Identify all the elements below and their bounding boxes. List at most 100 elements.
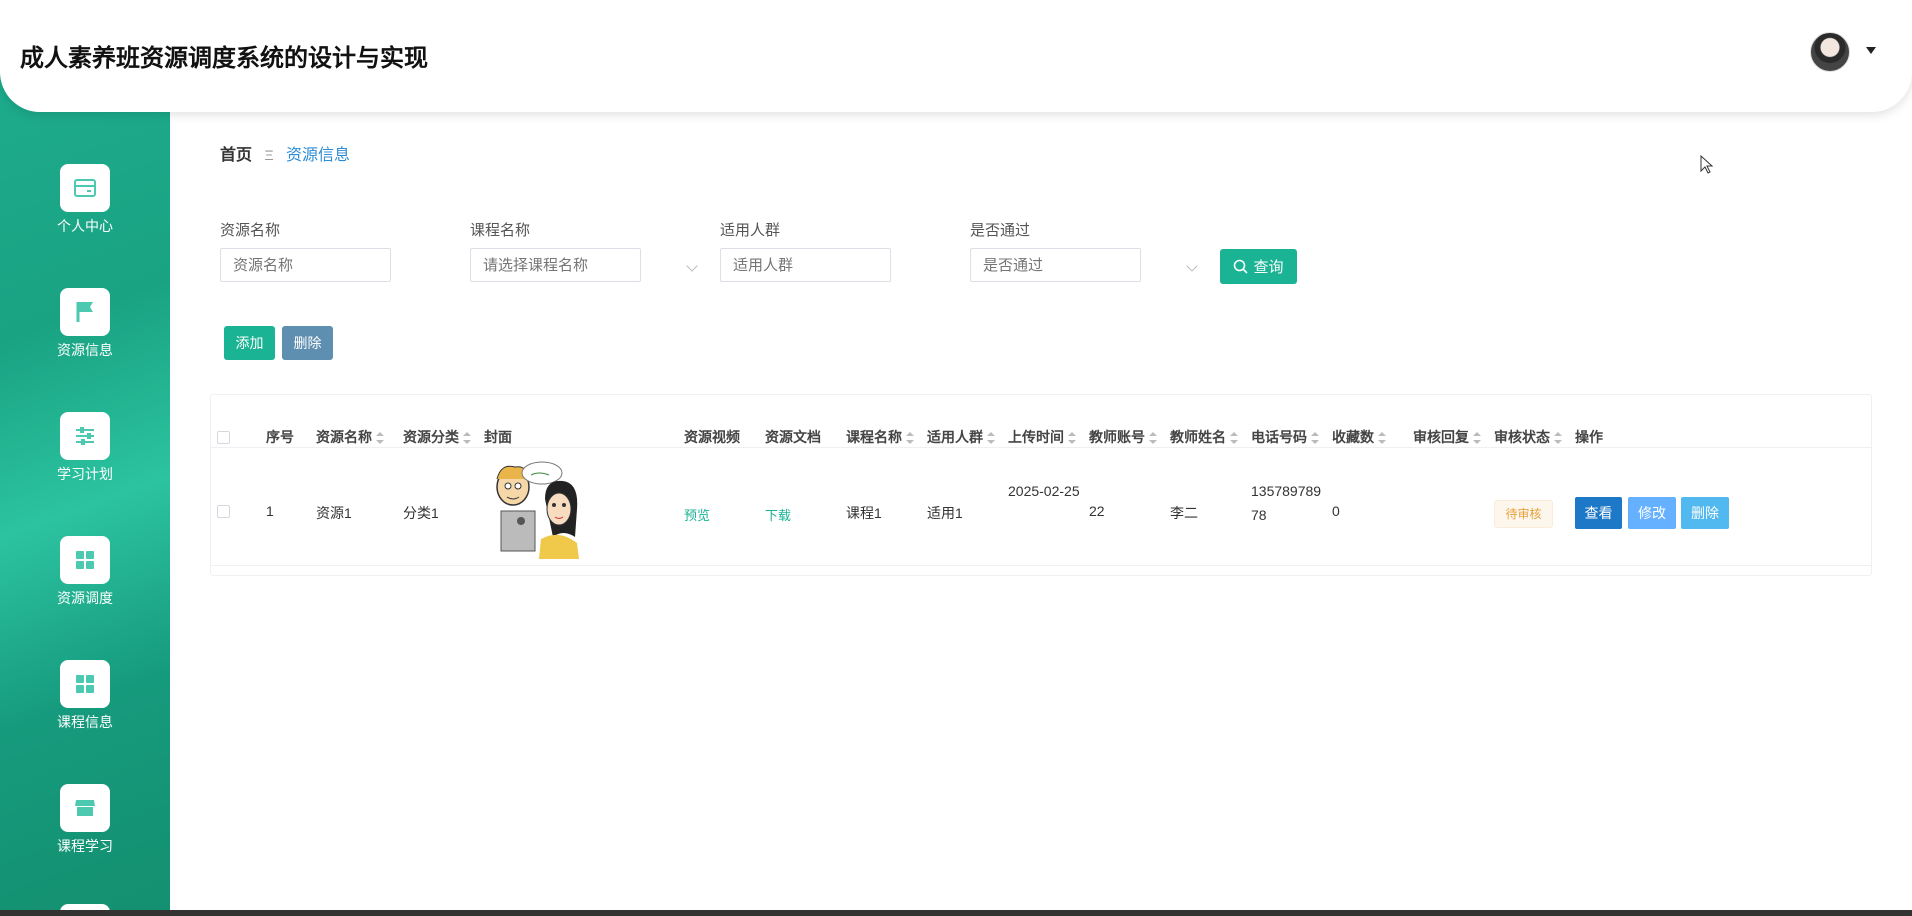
sidebar-item-label: 学习计划 xyxy=(57,466,113,482)
sort-icon[interactable] xyxy=(906,432,914,445)
video-preview-link[interactable]: 预览 xyxy=(684,508,710,523)
col-header-review-reply[interactable]: 审核回复 xyxy=(1413,427,1481,447)
breadcrumb-current: 资源信息 xyxy=(286,147,351,164)
col-header-label: 收藏数 xyxy=(1332,429,1374,445)
sort-icon[interactable] xyxy=(1068,432,1076,445)
sort-icon[interactable] xyxy=(1473,432,1481,445)
approved-label: 是否通过 xyxy=(970,222,1031,239)
edit-button[interactable]: 修改 xyxy=(1628,497,1676,529)
row-checkbox[interactable] xyxy=(217,505,230,518)
sidebar-item-personal-center[interactable]: 个人中心 xyxy=(0,164,170,264)
col-header-label: 电话号码 xyxy=(1251,429,1307,445)
col-header-course-name[interactable]: 课程名称 xyxy=(846,427,914,447)
col-header-label: 资源名称 xyxy=(316,429,372,445)
col-header-label: 上传时间 xyxy=(1008,429,1064,445)
sliders-icon xyxy=(60,412,110,460)
grid-icon xyxy=(60,660,110,708)
sort-icon[interactable] xyxy=(1230,432,1238,445)
cell-course-name: 课程1 xyxy=(846,505,882,521)
bottom-scrollbar[interactable] xyxy=(0,910,1912,916)
sort-icon[interactable] xyxy=(1554,432,1562,445)
status-badge: 待审核 xyxy=(1494,500,1553,528)
col-header-label: 课程名称 xyxy=(846,429,902,445)
col-header-phone[interactable]: 电话号码 xyxy=(1251,427,1319,447)
cell-document: 下载 xyxy=(765,505,791,524)
col-header-review-status[interactable]: 审核状态 xyxy=(1494,427,1562,447)
add-button[interactable]: 添加 xyxy=(224,326,275,360)
sort-icon[interactable] xyxy=(1378,432,1386,445)
col-header-label: 适用人群 xyxy=(927,429,983,445)
col-header-upload-time[interactable]: 上传时间 xyxy=(1008,427,1076,447)
select-all-checkbox[interactable] xyxy=(217,431,230,444)
col-header-label: 资源分类 xyxy=(403,429,459,445)
delete-button[interactable]: 删除 xyxy=(1681,497,1729,529)
col-header-category[interactable]: 资源分类 xyxy=(403,427,471,447)
card-icon xyxy=(60,164,110,212)
cell-phone: 13578978978 xyxy=(1251,483,1322,523)
col-header-label: 教师姓名 xyxy=(1170,429,1226,445)
query-button[interactable]: 查询 xyxy=(1220,249,1297,284)
col-header-video: 资源视频 xyxy=(684,429,740,445)
col-header-label: 审核状态 xyxy=(1494,429,1550,445)
sidebar-item-label: 课程信息 xyxy=(57,714,113,730)
breadcrumb-separator: Ξ xyxy=(264,147,274,163)
divider xyxy=(211,447,1871,448)
view-button[interactable]: 查看 xyxy=(1575,497,1622,529)
cell-favorites: 0 xyxy=(1332,503,1340,519)
col-header-document: 资源文档 xyxy=(765,429,821,445)
col-header-audience[interactable]: 适用人群 xyxy=(927,427,995,447)
search-icon xyxy=(1234,259,1249,274)
sort-icon[interactable] xyxy=(1311,432,1319,445)
approved-select[interactable] xyxy=(970,248,1141,282)
sidebar-item-label: 资源调度 xyxy=(57,590,113,606)
sidebar-item-course-info[interactable]: 课程信息 xyxy=(0,660,170,760)
resource-name-input[interactable] xyxy=(220,248,391,282)
top-header: 成人素养班资源调度系统的设计与实现 xyxy=(0,0,1912,112)
sort-icon[interactable] xyxy=(463,432,471,445)
course-name-select[interactable] xyxy=(470,248,641,282)
col-header-index: 序号 xyxy=(266,429,294,445)
col-header-teacher-name[interactable]: 教师姓名 xyxy=(1170,427,1238,447)
col-header-resource-name[interactable]: 资源名称 xyxy=(316,427,384,447)
avatar[interactable] xyxy=(1810,32,1850,72)
cell-teacher-name: 李二 xyxy=(1170,505,1198,521)
audience-input[interactable] xyxy=(720,248,891,282)
grid-icon xyxy=(60,536,110,584)
course-name-label: 课程名称 xyxy=(470,222,531,239)
sidebar-item-resource-scheduling[interactable]: 资源调度 xyxy=(0,536,170,636)
sidebar-item-label: 资源信息 xyxy=(57,342,113,358)
cell-video: 预览 xyxy=(684,505,710,524)
query-button-label: 查询 xyxy=(1253,259,1284,276)
sidebar-item-study-plan[interactable]: 学习计划 xyxy=(0,412,170,512)
breadcrumb-home[interactable]: 首页 xyxy=(220,147,252,164)
mouse-cursor-icon xyxy=(1700,155,1714,174)
sidebar: 个人中心 资源信息 学习计划 资源调度 课程信息 课程学习 xyxy=(0,0,170,916)
cell-teacher-account: 22 xyxy=(1089,503,1105,519)
cell-upload-time: 2025-02-25 xyxy=(1008,483,1080,499)
cell-audience: 适用1 xyxy=(927,505,963,521)
chevron-down-icon[interactable] xyxy=(686,260,698,272)
sidebar-item-course-study[interactable]: 课程学习 xyxy=(0,784,170,884)
sort-icon[interactable] xyxy=(376,432,384,445)
col-header-label: 审核回复 xyxy=(1413,429,1469,445)
batch-delete-button[interactable]: 删除 xyxy=(282,326,333,360)
divider xyxy=(211,565,1871,566)
document-download-link[interactable]: 下载 xyxy=(765,508,791,523)
breadcrumb: 首页 Ξ 资源信息 xyxy=(220,141,350,165)
caret-down-icon[interactable] xyxy=(1866,47,1876,54)
col-header-label: 教师账号 xyxy=(1089,429,1145,445)
resource-name-label: 资源名称 xyxy=(220,222,281,239)
sort-icon[interactable] xyxy=(987,432,995,445)
resource-table: 序号 资源名称 资源分类 封面 资源视频 资源文档 课程名称 适用人群 上传时间… xyxy=(210,394,1872,576)
sidebar-item-label: 课程学习 xyxy=(57,838,113,854)
col-header-favorites[interactable]: 收藏数 xyxy=(1332,427,1386,447)
app-title: 成人素养班资源调度系统的设计与实现 xyxy=(20,45,428,72)
cover-image[interactable] xyxy=(487,459,585,559)
cell-index: 1 xyxy=(266,503,274,519)
audience-label: 适用人群 xyxy=(720,222,781,239)
col-header-teacher-account[interactable]: 教师账号 xyxy=(1089,427,1157,447)
chevron-down-icon[interactable] xyxy=(1186,260,1198,272)
flag-icon xyxy=(60,288,110,336)
sidebar-item-resource-info[interactable]: 资源信息 xyxy=(0,288,170,388)
sort-icon[interactable] xyxy=(1149,432,1157,445)
